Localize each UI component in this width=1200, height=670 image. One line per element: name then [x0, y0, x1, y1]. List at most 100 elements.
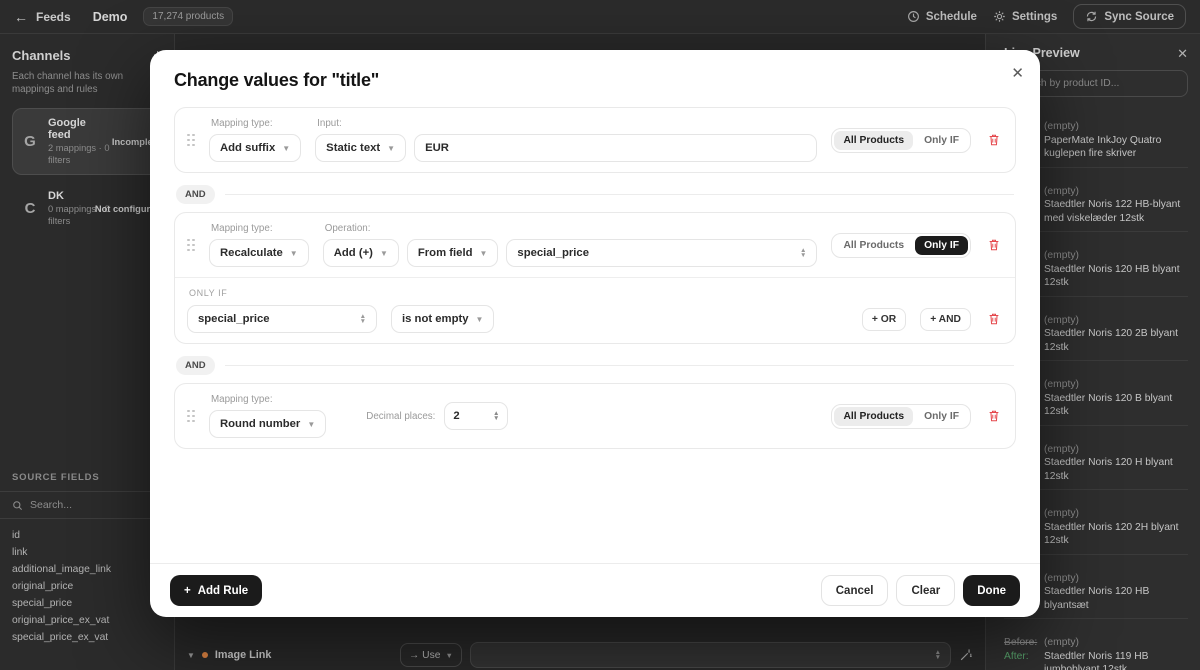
settings-button[interactable]: Settings — [993, 10, 1057, 23]
channel-item[interactable]: G Google feed 2 mappings · 0 filters Inc… — [12, 108, 170, 175]
chevron-down-icon[interactable]: ▼ — [187, 651, 195, 660]
trash-icon — [987, 133, 1001, 147]
rule-card-recalculate: Mapping type: Recalculate▼ Operation: Ad… — [174, 212, 1016, 344]
and-divider: AND — [176, 185, 1014, 204]
chevron-down-icon: ▼ — [290, 249, 298, 258]
condition-field-select[interactable]: special_price ▲▼ — [187, 305, 377, 333]
scope-all-products[interactable]: All Products — [834, 407, 913, 426]
select-stepper-icon: ▲▼ — [935, 650, 941, 660]
add-and-condition-button[interactable]: + AND — [920, 308, 971, 331]
source-field-item[interactable]: special_price — [12, 595, 162, 612]
source-field-item[interactable]: additional_image_link — [12, 561, 162, 578]
delete-rule-button[interactable] — [985, 407, 1003, 425]
after-value: Staedtler Noris 120 H blyant 12stk — [1044, 456, 1188, 483]
feed-title: Demo — [93, 10, 128, 24]
source-fields-search-input[interactable] — [30, 499, 140, 511]
cancel-button[interactable]: Cancel — [821, 575, 889, 606]
add-or-condition-button[interactable]: + OR — [862, 308, 906, 331]
delete-rule-button[interactable] — [985, 236, 1003, 254]
sync-source-button[interactable]: Sync Source — [1073, 4, 1186, 29]
source-field-item[interactable]: original_price — [12, 578, 162, 595]
channel-item[interactable]: C DK 0 mappings · 0 filters Not configur… — [12, 181, 170, 236]
delete-rule-button[interactable] — [985, 131, 1003, 149]
done-button[interactable]: Done — [963, 575, 1020, 606]
chevron-down-icon: ▼ — [445, 651, 452, 660]
trash-icon — [987, 238, 1001, 252]
chevron-down-icon: ▼ — [479, 249, 487, 258]
only-if-label: ONLY IF — [189, 288, 1003, 298]
after-value: Staedtler Noris 120 HB blyant 12stk — [1044, 263, 1188, 290]
channels-description: Each channel has its own mappings and ru… — [12, 70, 162, 96]
delete-condition-button[interactable] — [985, 310, 1003, 328]
preview-item: Before: (empty) After: Staedtler Noris 1… — [1004, 619, 1188, 670]
operand-field-select[interactable]: special_price ▲▼ — [506, 239, 817, 267]
clear-button[interactable]: Clear — [896, 575, 955, 606]
chevron-down-icon: ▼ — [476, 315, 484, 324]
mapping-type-label: Mapping type: — [211, 223, 309, 234]
after-value: Staedtler Noris 120 2H blyant 12stk — [1044, 521, 1188, 548]
drag-handle-icon[interactable] — [187, 410, 195, 423]
close-modal-icon[interactable]: ✕ — [1011, 64, 1024, 82]
static-text-input[interactable] — [414, 134, 817, 162]
mapping-type-select[interactable]: Add suffix▼ — [209, 134, 301, 162]
chevron-down-icon: ▼ — [282, 144, 290, 153]
operand-source-select[interactable]: From field▼ — [407, 239, 499, 267]
add-rule-button[interactable]: + Add Rule — [170, 575, 262, 606]
back-label: Feeds — [36, 10, 71, 24]
channel-name: Google feed — [48, 117, 103, 141]
operation-select[interactable]: Add (+)▼ — [323, 239, 399, 267]
source-fields-search[interactable] — [0, 491, 174, 519]
source-field-item[interactable]: link — [12, 544, 162, 561]
before-value: (empty) — [1044, 378, 1188, 392]
channel-logo-icon: G — [21, 133, 39, 150]
after-value: Staedtler Noris 119 HB jumboblyant 12stk — [1044, 650, 1188, 670]
scope-only-if[interactable]: Only IF — [915, 236, 968, 255]
decimal-places-input[interactable]: 2 ▲▼ — [444, 402, 508, 430]
before-value: (empty) — [1044, 636, 1188, 650]
input-kind-select[interactable]: Static text▼ — [315, 134, 406, 162]
after-value: Staedtler Noris 120 2B blyant 12stk — [1044, 327, 1188, 354]
rule-card-add-suffix: Mapping type: Add suffix▼ Input: Static … — [174, 107, 1016, 173]
chevron-down-icon: ▼ — [387, 144, 395, 153]
mapping-type-label: Mapping type: — [211, 118, 301, 129]
mapping-type-select[interactable]: Recalculate▼ — [209, 239, 309, 267]
and-pill: AND — [176, 185, 215, 204]
close-preview-icon[interactable]: ✕ — [1177, 47, 1188, 60]
scope-only-if[interactable]: Only IF — [915, 407, 968, 426]
channels-sidebar: Channels + Each channel has its own mapp… — [0, 34, 175, 670]
channel-list: G Google feed 2 mappings · 0 filters Inc… — [12, 108, 162, 236]
rules-button[interactable] — [959, 648, 973, 662]
mapping-type-select[interactable]: Round number▼ — [209, 410, 326, 438]
scope-only-if[interactable]: Only IF — [915, 131, 968, 150]
condition-operator-select[interactable]: is not empty▼ — [391, 305, 494, 333]
channel-name: DK — [48, 190, 86, 202]
before-value: (empty) — [1044, 314, 1188, 328]
top-header: ← Feeds Demo 17,274 products Schedule Se… — [0, 0, 1200, 34]
source-field-select[interactable]: ▲▼ — [470, 642, 951, 668]
input-label: Input: — [317, 118, 817, 129]
drag-handle-icon[interactable] — [187, 134, 195, 147]
and-divider: AND — [176, 356, 1014, 375]
channel-logo-icon: C — [21, 200, 39, 217]
operation-label: Operation: — [325, 223, 818, 234]
drag-handle-icon[interactable] — [187, 239, 195, 252]
magic-wand-icon — [959, 648, 973, 662]
product-id — [1004, 624, 1188, 636]
modal-title: Change values for "title" — [174, 70, 1016, 91]
after-value: PaperMate InkJoy Quatro kuglepen fire sk… — [1044, 134, 1188, 161]
source-field-item[interactable]: special_price_ex_vat — [12, 629, 162, 646]
scope-all-products[interactable]: All Products — [834, 131, 913, 150]
source-field-item[interactable]: id — [12, 527, 162, 544]
schedule-button[interactable]: Schedule — [907, 10, 977, 23]
source-fields-title: SOURCE FIELDS — [12, 472, 162, 483]
use-mode-select[interactable]: → Use▼ — [400, 643, 462, 667]
chevron-down-icon: ▼ — [380, 249, 388, 258]
change-values-modal: Change values for "title" ✕ Mapping type… — [150, 50, 1040, 617]
number-stepper-icon: ▲▼ — [493, 411, 499, 421]
mapping-type-label: Mapping type: — [211, 394, 326, 405]
select-stepper-icon: ▲▼ — [800, 248, 806, 258]
source-field-item[interactable]: original_price_ex_vat — [12, 612, 162, 629]
scope-all-products[interactable]: All Products — [834, 236, 913, 255]
back-button[interactable]: ← Feeds — [14, 10, 71, 24]
channels-title: Channels — [12, 48, 71, 63]
